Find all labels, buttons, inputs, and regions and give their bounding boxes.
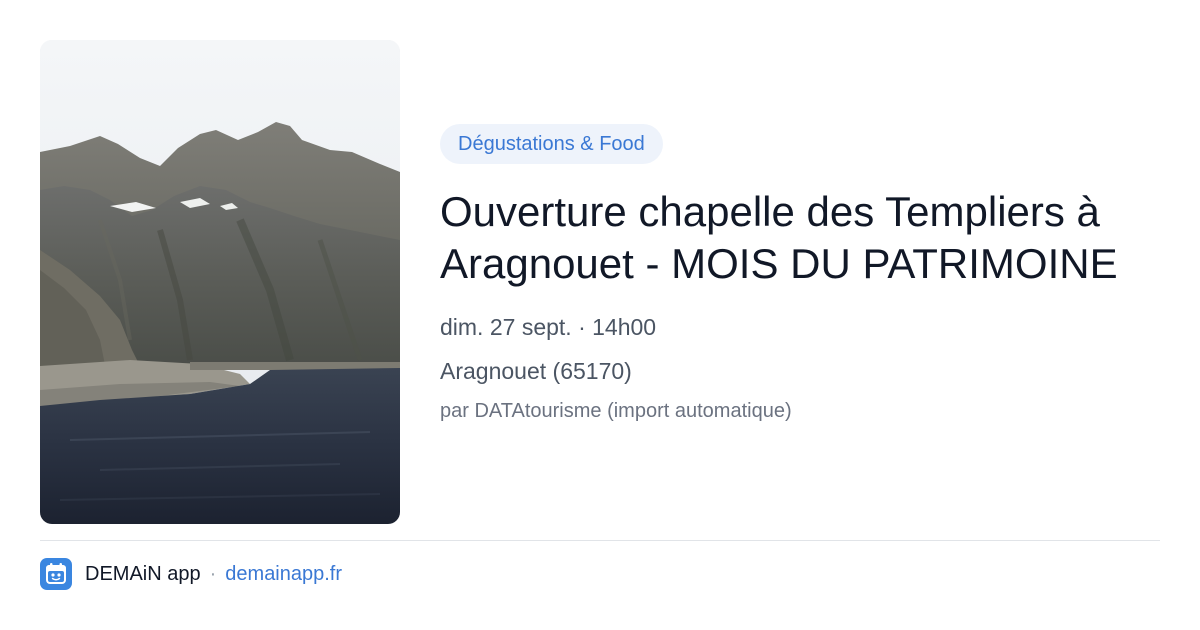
divider: [40, 540, 1160, 541]
mountain-lake-photo: [40, 40, 400, 524]
event-card[interactable]: Dégustations & Food Ouverture chapelle d…: [0, 0, 1200, 630]
demain-logo-icon: [40, 558, 72, 590]
footer: DEMAiN app · demainapp.fr: [40, 558, 342, 590]
event-source: par DATAtourisme (import automatique): [440, 400, 792, 422]
event-location: Aragnouet (65170): [440, 358, 632, 384]
event-datetime: dim. 27 sept. · 14h00: [440, 314, 657, 340]
event-details: Dégustations & Food Ouverture chapelle d…: [440, 124, 1160, 424]
event-title[interactable]: Ouverture chapelle des Templiers à Aragn…: [440, 186, 1160, 290]
category-chip[interactable]: Dégustations & Food: [440, 124, 663, 164]
app-name: DEMAiN app: [85, 562, 201, 585]
app-link[interactable]: demainapp.fr: [225, 563, 342, 586]
footer-separator: ·: [209, 562, 217, 585]
event-photo: [40, 40, 400, 524]
